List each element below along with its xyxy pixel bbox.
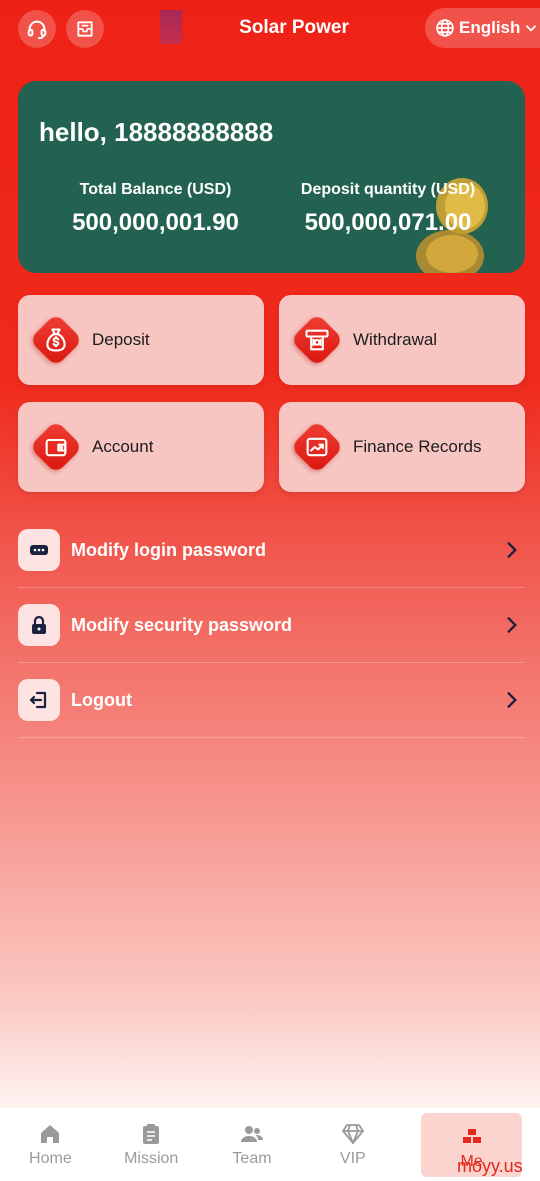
language-label: English [459,18,521,37]
total-balance-label: Total Balance (USD) [79,181,232,198]
finance-records-tile[interactable]: Finance Records [279,402,525,492]
chevron-right-icon [507,617,517,633]
nav-vip[interactable]: VIP [302,1108,403,1181]
top-bar: Solar Power English [0,0,540,58]
inbox-icon [77,21,93,37]
deposit-quantity: Deposit quantity (USD) 500,000,071.00 [288,181,488,237]
balance-card: hello, 18888888888 Total Balance (USD) 5… [18,81,525,273]
chevron-right-icon [507,692,517,708]
modify-security-password-label: Modify security password [71,614,293,635]
deposit-quantity-value: 500,000,071.00 [304,209,472,236]
nav-team[interactable]: Team [202,1108,303,1181]
atm-icon [290,313,344,367]
headset-icon [27,20,47,40]
total-balance: Total Balance (USD) 500,000,001.90 [58,181,253,237]
globe-icon [436,19,454,37]
watermark: moyy.us [457,1156,523,1176]
logout-label: Logout [71,689,132,710]
wallet-icon [29,420,83,474]
chevron-right-icon [507,542,517,558]
chart-icon [290,420,344,474]
home-icon [41,1125,60,1143]
logout-item[interactable]: Logout [18,663,524,738]
account-label: Account [92,437,154,456]
nav-team-label: Team [232,1150,272,1167]
lock-icon [18,604,60,646]
deposit-label: Deposit [92,330,150,349]
deposit-quantity-label: Deposit quantity (USD) [300,181,476,198]
app-title: Solar Power [239,17,349,38]
customer-support-button[interactable] [18,10,56,48]
greeting-text: hello, 18888888888 [39,117,274,147]
nav-home[interactable]: Home [0,1108,101,1181]
money-bag-icon [29,313,83,367]
deposit-tile[interactable]: Deposit [18,295,264,385]
nav-mission[interactable]: Mission [101,1108,202,1181]
password-icon [18,529,60,571]
modify-login-password-label: Modify login password [71,539,267,560]
modify-login-password-item[interactable]: Modify login password [18,513,524,588]
account-tile[interactable]: Account [18,402,264,492]
app-logo [160,10,182,44]
chevron-down-icon [526,25,537,32]
nav-mission-label: Mission [124,1150,179,1167]
modify-security-password-item[interactable]: Modify security password [18,588,524,663]
total-balance-value: 500,000,001.90 [72,209,239,236]
messages-button[interactable] [66,10,104,48]
team-icon [240,1126,263,1142]
language-selector[interactable]: English [425,8,540,48]
logout-icon [18,679,60,721]
diamond-icon [341,1124,364,1144]
bricks-icon [462,1129,481,1143]
finance-records-label: Finance Records [353,437,482,456]
withdrawal-tile[interactable]: Withdrawal [279,295,525,385]
nav-home-label: Home [29,1150,72,1167]
withdrawal-label: Withdrawal [353,330,438,349]
nav-vip-label: VIP [339,1150,366,1167]
clipboard-icon [143,1124,160,1144]
